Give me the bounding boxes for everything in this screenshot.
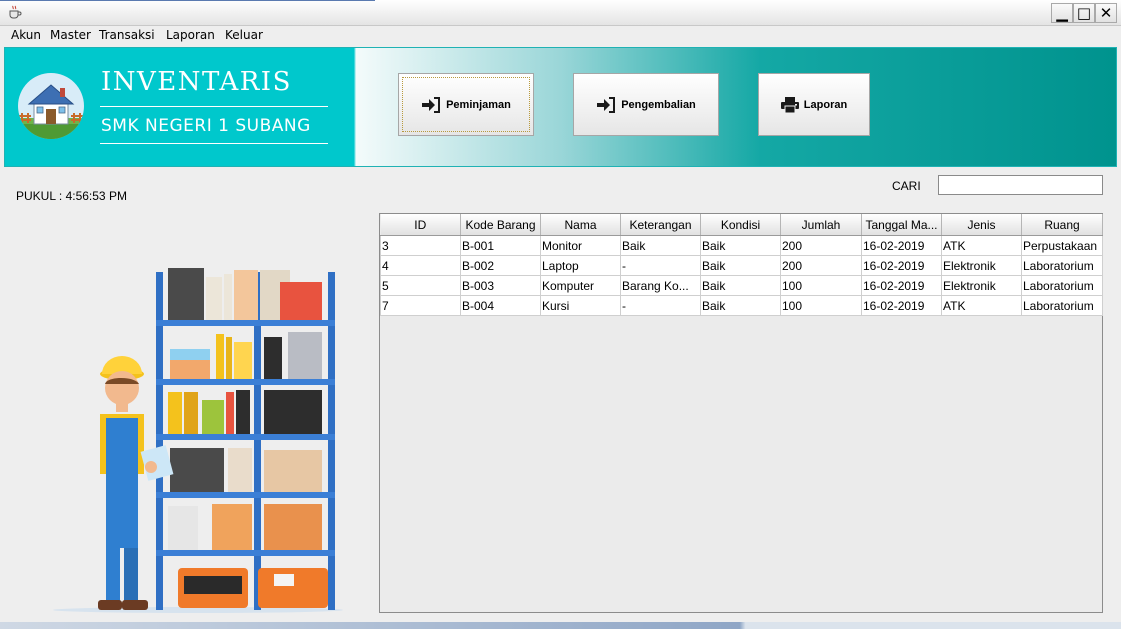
login-arrow-icon <box>422 96 441 113</box>
cell-id: 5 <box>380 275 461 296</box>
cell-nama: Komputer <box>540 275 621 296</box>
cell-ruang: Perpustakaan <box>1021 235 1103 256</box>
menu-keluar[interactable]: Keluar <box>225 28 263 42</box>
cell-jumlah: 100 <box>780 275 862 296</box>
cell-kondisi: Baik <box>700 255 781 276</box>
column-header-tanggal-masuk[interactable]: Tanggal Ma... <box>861 214 942 236</box>
peminjaman-label: Peminjaman <box>446 98 511 111</box>
cell-keterangan: Baik <box>620 235 701 256</box>
cell-jenis: Elektronik <box>941 255 1022 276</box>
menu-laporan[interactable]: Laporan <box>166 28 215 42</box>
cell-keterangan: Barang Ko... <box>620 275 701 296</box>
laporan-label: Laporan <box>803 98 848 111</box>
cell-kondisi: Baik <box>700 235 781 256</box>
inventory-table: ID Kode Barang Nama Keterangan Kondisi J… <box>380 214 1103 316</box>
table-header-row: ID Kode Barang Nama Keterangan Kondisi J… <box>380 214 1103 236</box>
cell-tanggal-masuk: 16-02-2019 <box>861 235 942 256</box>
menu-transaksi[interactable]: Transaksi <box>99 28 155 42</box>
laporan-button[interactable]: Laporan <box>758 73 870 136</box>
table-row[interactable]: 5 B-003 Komputer Barang Ko... Baik 100 1… <box>380 275 1103 296</box>
column-header-keterangan[interactable]: Keterangan <box>620 214 701 236</box>
table-row[interactable]: 4 B-002 Laptop - Baik 200 16-02-2019 Ele… <box>380 255 1103 276</box>
cell-jumlah: 100 <box>780 295 862 316</box>
cell-ruang: Laboratorium <box>1021 275 1103 296</box>
login-arrow-icon <box>597 96 616 113</box>
cell-kode-barang: B-003 <box>460 275 541 296</box>
cell-ruang: Laboratorium <box>1021 295 1103 316</box>
cell-tanggal-masuk: 16-02-2019 <box>861 295 942 316</box>
cell-jumlah: 200 <box>780 255 862 276</box>
minimize-button[interactable]: ▁ <box>1051 3 1073 23</box>
table-row[interactable]: 3 B-001 Monitor Baik Baik 200 16-02-2019… <box>380 235 1103 256</box>
cell-tanggal-masuk: 16-02-2019 <box>861 255 942 276</box>
cell-nama: Monitor <box>540 235 621 256</box>
column-header-ruang[interactable]: Ruang <box>1021 214 1103 236</box>
warehouse-worker-illustration <box>53 268 343 613</box>
pengembalian-label: Pengembalian <box>621 98 696 111</box>
cell-tanggal-masuk: 16-02-2019 <box>861 275 942 296</box>
column-header-kondisi[interactable]: Kondisi <box>700 214 781 236</box>
cell-jenis: ATK <box>941 295 1022 316</box>
app-title: INVENTARIS <box>101 67 292 97</box>
peminjaman-button[interactable]: Peminjaman <box>398 73 534 136</box>
search-label: CARI <box>892 179 921 193</box>
window-title-bar: ▁ □ ✕ <box>0 0 1121 26</box>
column-header-jenis[interactable]: Jenis <box>941 214 1022 236</box>
cell-nama: Laptop <box>540 255 621 276</box>
menu-bar: Akun Master Transaksi Laporan Keluar <box>0 26 1121 46</box>
cell-id: 7 <box>380 295 461 316</box>
clock-label: PUKUL : 4:56:53 PM <box>16 189 127 203</box>
printer-icon <box>780 96 799 113</box>
cell-kondisi: Baik <box>700 275 781 296</box>
cell-kondisi: Baik <box>700 295 781 316</box>
cell-jumlah: 200 <box>780 235 862 256</box>
cell-keterangan: - <box>620 255 701 276</box>
cell-id: 4 <box>380 255 461 276</box>
cell-ruang: Laboratorium <box>1021 255 1103 276</box>
menu-master[interactable]: Master <box>50 28 91 42</box>
title-divider-bottom <box>100 143 328 144</box>
close-icon: ✕ <box>1099 3 1113 22</box>
cell-kode-barang: B-002 <box>460 255 541 276</box>
school-house-logo <box>18 73 84 139</box>
window-bottom-border <box>0 622 1121 629</box>
header-banner: INVENTARIS SMK NEGERI 1 SUBANG Peminjama… <box>4 47 1117 167</box>
cell-jenis: Elektronik <box>941 275 1022 296</box>
maximize-icon: □ <box>1076 3 1092 22</box>
cell-kode-barang: B-001 <box>460 235 541 256</box>
title-bar-accent-line <box>0 0 375 1</box>
inventory-table-panel[interactable]: ID Kode Barang Nama Keterangan Kondisi J… <box>379 213 1103 613</box>
cell-jenis: ATK <box>941 235 1022 256</box>
java-app-icon <box>9 5 22 19</box>
column-header-id[interactable]: ID <box>380 214 461 236</box>
minimize-icon: ▁ <box>1056 3 1068 22</box>
close-button[interactable]: ✕ <box>1095 3 1117 23</box>
search-input[interactable] <box>938 175 1103 195</box>
column-header-kode-barang[interactable]: Kode Barang <box>460 214 541 236</box>
menu-akun[interactable]: Akun <box>11 28 41 42</box>
cell-keterangan: - <box>620 295 701 316</box>
cell-id: 3 <box>380 235 461 256</box>
table-row[interactable]: 7 B-004 Kursi - Baik 100 16-02-2019 ATK … <box>380 295 1103 316</box>
pengembalian-button[interactable]: Pengembalian <box>573 73 719 136</box>
school-name: SMK NEGERI 1 SUBANG <box>101 116 311 136</box>
column-header-nama[interactable]: Nama <box>540 214 621 236</box>
column-header-jumlah[interactable]: Jumlah <box>780 214 862 236</box>
cell-kode-barang: B-004 <box>460 295 541 316</box>
title-divider-top <box>100 106 328 107</box>
cell-nama: Kursi <box>540 295 621 316</box>
maximize-button[interactable]: □ <box>1073 3 1095 23</box>
